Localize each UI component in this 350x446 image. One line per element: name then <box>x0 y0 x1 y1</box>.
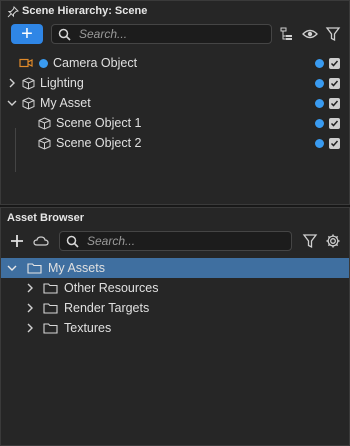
asset-browser-panel: Asset Browser My <box>0 207 350 446</box>
scene-tree: Camera Object Lighting My Asset Scene Ob… <box>1 53 349 172</box>
tree-item-label: Scene Object 1 <box>56 116 142 130</box>
folder-icon <box>43 322 58 334</box>
add-object-button[interactable]: + <box>11 24 43 44</box>
search-icon <box>66 235 79 248</box>
cloud-icon[interactable] <box>33 233 49 249</box>
chevron-right-icon[interactable] <box>25 323 35 333</box>
tree-item-camera-object[interactable]: Camera Object <box>1 53 349 73</box>
tree-item-my-asset[interactable]: My Asset <box>1 93 349 113</box>
scene-search-box[interactable] <box>51 24 272 44</box>
filter-icon[interactable] <box>302 233 318 249</box>
eye-icon[interactable] <box>302 26 318 42</box>
visibility-dot[interactable] <box>315 78 324 88</box>
enabled-checkbox[interactable] <box>329 57 340 69</box>
enabled-checkbox[interactable] <box>329 97 340 109</box>
cube-icon <box>37 136 51 150</box>
folder-icon <box>43 282 58 294</box>
enabled-checkbox[interactable] <box>329 117 340 129</box>
scene-hierarchy-title: Scene Hierarchy: Scene <box>22 5 148 17</box>
enabled-checkbox[interactable] <box>329 137 340 149</box>
tree-item-label: My Asset <box>40 96 91 110</box>
tree-item-lighting[interactable]: Lighting <box>1 73 349 93</box>
folder-icon <box>27 262 42 274</box>
asset-folder-other-resources[interactable]: Other Resources <box>1 278 349 298</box>
asset-folder-textures[interactable]: Textures <box>1 318 349 338</box>
visibility-dot[interactable] <box>315 138 324 148</box>
folder-icon <box>43 302 58 314</box>
scene-search-input[interactable] <box>77 26 271 42</box>
cube-icon <box>37 116 51 130</box>
enabled-checkbox[interactable] <box>329 77 340 89</box>
scene-toolbar: + <box>1 21 349 47</box>
active-dot <box>39 58 48 68</box>
filter-icon[interactable] <box>325 26 341 42</box>
chevron-right-icon[interactable] <box>7 78 17 88</box>
asset-browser-header: Asset Browser <box>1 208 349 228</box>
asset-tree: My Assets Other Resources Render Targets <box>1 258 349 338</box>
chevron-down-icon[interactable] <box>7 98 17 108</box>
chevron-down-icon[interactable] <box>7 263 17 273</box>
tree-item-scene-object-2[interactable]: Scene Object 2 <box>1 133 349 153</box>
asset-folder-render-targets[interactable]: Render Targets <box>1 298 349 318</box>
search-icon <box>58 28 71 41</box>
pin-icon[interactable] <box>7 5 19 18</box>
add-icon[interactable] <box>9 233 25 249</box>
gear-icon[interactable] <box>325 233 341 249</box>
cube-icon <box>21 96 35 110</box>
visibility-dot[interactable] <box>315 98 324 108</box>
visibility-dot[interactable] <box>315 118 324 128</box>
asset-folder-label: My Assets <box>48 261 105 275</box>
chevron-right-icon[interactable] <box>25 303 35 313</box>
tree-item-label: Lighting <box>40 76 84 90</box>
chevron-right-icon[interactable] <box>25 283 35 293</box>
hierarchy-filter-icon[interactable] <box>279 26 295 42</box>
tree-item-scene-object-1[interactable]: Scene Object 1 <box>1 113 349 133</box>
asset-folder-label: Render Targets <box>64 301 150 315</box>
asset-folder-label: Textures <box>64 321 112 335</box>
scene-hierarchy-header: Scene Hierarchy: Scene <box>1 1 349 21</box>
scene-hierarchy-panel: Scene Hierarchy: Scene + Camera Object <box>0 0 350 205</box>
visibility-dot[interactable] <box>315 58 324 68</box>
asset-search-input[interactable] <box>85 233 291 249</box>
camera-icon <box>19 56 33 70</box>
asset-browser-title: Asset Browser <box>7 212 85 224</box>
cube-icon <box>21 76 35 90</box>
tree-item-label: Scene Object 2 <box>56 136 142 150</box>
tree-item-label: Camera Object <box>53 56 138 70</box>
asset-folder-label: Other Resources <box>64 281 159 295</box>
asset-toolbar <box>1 228 349 254</box>
asset-search-box[interactable] <box>59 231 292 251</box>
asset-folder-my-assets[interactable]: My Assets <box>1 258 349 278</box>
